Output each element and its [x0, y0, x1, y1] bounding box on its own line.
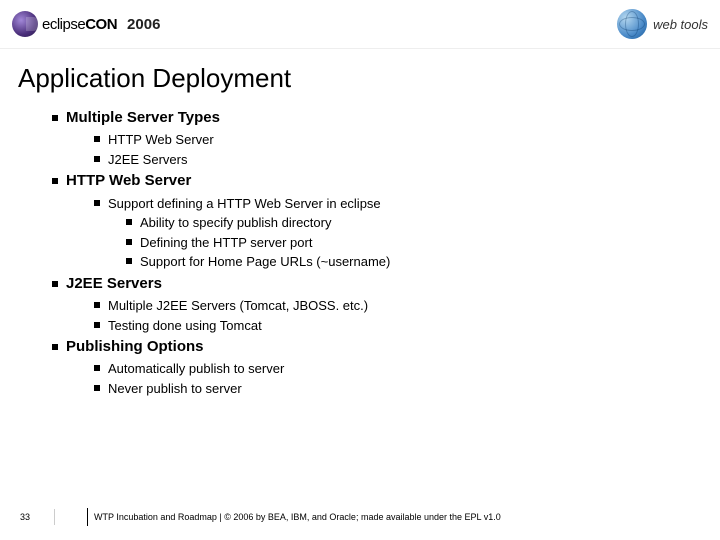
bullet-text: Defining the HTTP server port	[140, 234, 312, 252]
bullet-icon	[94, 385, 100, 391]
slide-title: Application Deployment	[18, 63, 720, 94]
bullet-item: Multiple J2EE Servers (Tomcat, JBOSS. et…	[94, 297, 700, 315]
bullet-icon	[126, 239, 132, 245]
heading-text: Publishing Options	[66, 337, 204, 357]
bullet-icon	[94, 322, 100, 328]
bullet-icon	[52, 178, 58, 184]
bullet-text: J2EE Servers	[108, 151, 187, 169]
bullet-item: Support defining a HTTP Web Server in ec…	[94, 195, 700, 213]
footer: 33 WTP Incubation and Roadmap | © 2006 b…	[0, 508, 720, 526]
brand-name: eclipseCON	[42, 16, 117, 33]
bullet-text: Never publish to server	[108, 380, 242, 398]
bullet-text: Ability to specify publish directory	[140, 214, 331, 232]
bullet-icon	[126, 219, 132, 225]
bullet-text: Multiple J2EE Servers (Tomcat, JBOSS. et…	[108, 297, 368, 315]
bullet-text: Support defining a HTTP Web Server in ec…	[108, 195, 381, 213]
section-heading: J2EE Servers	[52, 274, 700, 294]
bullet-text: Testing done using Tomcat	[108, 317, 262, 335]
section-heading: Multiple Server Types	[52, 108, 700, 128]
heading-text: Multiple Server Types	[66, 108, 220, 128]
slide-content: Multiple Server Types HTTP Web Server J2EE…	[52, 108, 700, 397]
bullet-item: Never publish to server	[94, 380, 700, 398]
eclipse-icon	[12, 11, 38, 37]
logo-right: web tools	[617, 9, 708, 39]
logo-left: eclipseCON 2006	[12, 11, 160, 37]
section-heading: Publishing Options	[52, 337, 700, 357]
bullet-item: Automatically publish to server	[94, 360, 700, 378]
bullet-icon	[52, 281, 58, 287]
bullet-item: J2EE Servers	[94, 151, 700, 169]
heading-text: HTTP Web Server	[66, 171, 191, 191]
bullet-icon	[52, 344, 58, 350]
header: eclipseCON 2006 web tools	[0, 0, 720, 49]
bullet-text: Automatically publish to server	[108, 360, 284, 378]
bullet-icon	[94, 136, 100, 142]
bullet-item: Testing done using Tomcat	[94, 317, 700, 335]
bullet-item: HTTP Web Server	[94, 131, 700, 149]
bullet-text: Support for Home Page URLs (~username)	[140, 253, 390, 271]
bullet-text: HTTP Web Server	[108, 131, 214, 149]
bullet-icon	[94, 200, 100, 206]
bullet-icon	[94, 365, 100, 371]
section-heading: HTTP Web Server	[52, 171, 700, 191]
bullet-icon	[94, 302, 100, 308]
sub-bullet-item: Support for Home Page URLs (~username)	[126, 253, 700, 271]
bullet-icon	[52, 115, 58, 121]
separator-icon	[54, 509, 55, 525]
page-number: 33	[0, 512, 50, 522]
sub-bullet-item: Ability to specify publish directory	[126, 214, 700, 232]
globe-icon	[617, 9, 647, 39]
sub-bullet-item: Defining the HTTP server port	[126, 234, 700, 252]
bullet-icon	[94, 156, 100, 162]
heading-text: J2EE Servers	[66, 274, 162, 294]
bullet-icon	[126, 258, 132, 264]
conference-year: 2006	[127, 16, 160, 33]
webtools-label: web tools	[653, 17, 708, 32]
separator-icon	[87, 508, 88, 526]
footer-text: WTP Incubation and Roadmap | © 2006 by B…	[94, 512, 501, 522]
